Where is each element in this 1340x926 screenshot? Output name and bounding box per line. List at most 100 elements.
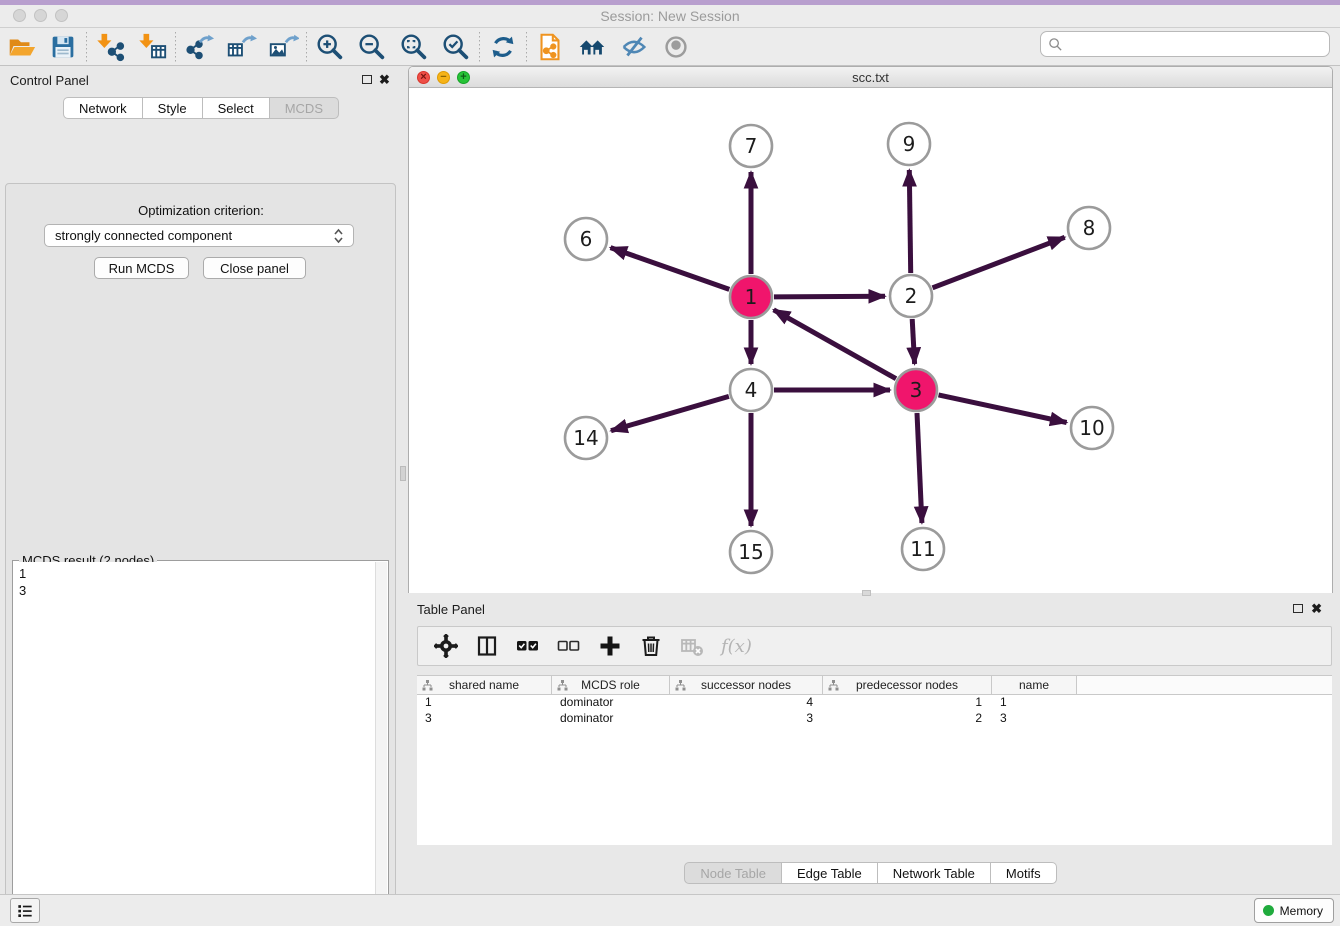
- zoom-fit-button[interactable]: [393, 29, 435, 65]
- column-header-name[interactable]: name: [992, 676, 1077, 694]
- search-input[interactable]: [1063, 34, 1329, 54]
- select-all-rows-icon[interactable]: [516, 634, 540, 658]
- graph-edge-1-2[interactable]: [774, 296, 885, 297]
- criterion-value: strongly connected component: [55, 228, 334, 243]
- mcds-result-text[interactable]: 1 3: [14, 562, 375, 926]
- graph-edge-3-11[interactable]: [917, 413, 922, 523]
- hide-selected-button[interactable]: [613, 29, 655, 65]
- column-tree-icon: [828, 680, 839, 691]
- graph-node-label-11: 11: [910, 537, 935, 561]
- open-file-button[interactable]: [0, 29, 42, 65]
- float-table-panel-icon[interactable]: [1293, 604, 1303, 613]
- close-panel-button[interactable]: Close panel: [203, 257, 306, 279]
- show-panels-button[interactable]: [10, 898, 40, 923]
- column-header-shared-name[interactable]: shared name: [417, 676, 552, 694]
- save-session-button[interactable]: [42, 29, 84, 65]
- close-table-panel-icon[interactable]: ✖: [1311, 601, 1322, 617]
- network-canvas[interactable]: 1234678910111415: [409, 88, 1332, 593]
- criterion-dropdown[interactable]: strongly connected component: [44, 224, 354, 247]
- column-header-mcds-role[interactable]: MCDS role: [552, 676, 670, 694]
- graph-edge-2-9[interactable]: [909, 170, 910, 273]
- table-settings-icon[interactable]: [434, 634, 458, 658]
- graph-node-label-14: 14: [573, 426, 598, 450]
- graph-edge-3-1[interactable]: [774, 310, 896, 379]
- chevron-up-down-icon: [334, 228, 343, 244]
- table-cell[interactable]: 3: [992, 711, 1077, 727]
- float-panel-icon[interactable]: [362, 75, 372, 84]
- delete-column-icon[interactable]: [639, 634, 663, 658]
- graph-edge-2-8[interactable]: [933, 237, 1065, 287]
- zoom-selected-button[interactable]: [435, 29, 477, 65]
- tab-node-table[interactable]: Node Table: [684, 862, 782, 884]
- export-image-button[interactable]: [262, 29, 304, 65]
- tab-network-table[interactable]: Network Table: [878, 862, 991, 884]
- apply-layout-button[interactable]: [482, 29, 524, 65]
- tab-style[interactable]: Style: [143, 97, 203, 119]
- graph-edge-1-6[interactable]: [611, 248, 730, 290]
- zoom-in-button[interactable]: [309, 29, 351, 65]
- table-body: 1dominator4113dominator323: [417, 695, 1332, 727]
- close-panel-icon[interactable]: ✖: [379, 72, 390, 88]
- table-panel-title: Table Panel: [417, 602, 485, 617]
- table-cell[interactable]: 3: [670, 711, 823, 727]
- window-titlebar: Session: New Session: [0, 5, 1340, 28]
- memory-status-dot: [1263, 905, 1274, 916]
- table-header-row: shared name MCDS role successor nodes pr…: [417, 676, 1332, 695]
- eye-icon: [660, 31, 692, 63]
- export-table-icon: [225, 31, 257, 63]
- delete-table-icon[interactable]: [680, 634, 704, 658]
- tab-mcds[interactable]: MCDS: [270, 97, 339, 119]
- table-cell[interactable]: 3: [417, 711, 552, 727]
- duplicate-network-button[interactable]: [529, 29, 571, 65]
- column-header-successor-nodes[interactable]: successor nodes: [670, 676, 823, 694]
- table-row[interactable]: 1dominator411: [417, 695, 1332, 711]
- node-table: shared name MCDS role successor nodes pr…: [417, 675, 1332, 845]
- vertical-splitter-handle[interactable]: [400, 466, 406, 481]
- graph-edge-2-3[interactable]: [912, 319, 914, 364]
- export-network-button[interactable]: [178, 29, 220, 65]
- add-column-icon[interactable]: [598, 634, 622, 658]
- table-cell[interactable]: 1: [992, 695, 1077, 711]
- import-table-button[interactable]: [131, 29, 173, 65]
- memory-button[interactable]: Memory: [1254, 898, 1334, 923]
- zoom-selected-icon: [440, 31, 472, 63]
- graph-edge-4-14[interactable]: [611, 396, 729, 430]
- network-graph[interactable]: 1234678910111415: [409, 88, 1332, 593]
- graph-node-label-15: 15: [738, 540, 763, 564]
- tab-network[interactable]: Network: [63, 97, 143, 119]
- toolbar-separator: [526, 32, 527, 62]
- refresh-icon: [487, 31, 519, 63]
- import-network-icon: [94, 31, 126, 63]
- graph-node-label-10: 10: [1079, 416, 1104, 440]
- deselect-all-rows-icon[interactable]: [557, 634, 581, 658]
- show-column-dialog-icon[interactable]: [475, 634, 499, 658]
- graph-node-label-2: 2: [905, 284, 918, 308]
- control-panel-title: Control Panel: [10, 73, 89, 88]
- show-all-button[interactable]: [655, 29, 697, 65]
- tab-motifs[interactable]: Motifs: [991, 862, 1057, 884]
- table-row[interactable]: 3dominator323: [417, 711, 1332, 727]
- result-scrollbar[interactable]: [375, 562, 387, 926]
- eye-slash-icon: [618, 31, 650, 63]
- horizontal-splitter-handle[interactable]: [862, 590, 871, 596]
- table-cell[interactable]: dominator: [552, 695, 670, 711]
- tab-select[interactable]: Select: [203, 97, 270, 119]
- graph-edge-3-10[interactable]: [939, 395, 1067, 423]
- table-cell[interactable]: 1: [417, 695, 552, 711]
- network-window-titlebar[interactable]: × − + scc.txt: [409, 67, 1332, 88]
- search-icon: [1048, 37, 1063, 52]
- export-table-button[interactable]: [220, 29, 262, 65]
- export-image-icon: [267, 31, 299, 63]
- tab-edge-table[interactable]: Edge Table: [782, 862, 878, 884]
- function-builder-icon[interactable]: f(x): [721, 636, 752, 657]
- zoom-out-button[interactable]: [351, 29, 393, 65]
- import-network-button[interactable]: [89, 29, 131, 65]
- table-cell[interactable]: 4: [670, 695, 823, 711]
- run-mcds-button[interactable]: Run MCDS: [94, 257, 189, 279]
- table-cell[interactable]: dominator: [552, 711, 670, 727]
- table-cell[interactable]: 1: [823, 695, 992, 711]
- column-header-predecessor-nodes[interactable]: predecessor nodes: [823, 676, 992, 694]
- table-cell[interactable]: 2: [823, 711, 992, 727]
- mcds-result-box: MCDS result (2 nodes) 1 3: [12, 560, 389, 926]
- first-neighbors-button[interactable]: [571, 29, 613, 65]
